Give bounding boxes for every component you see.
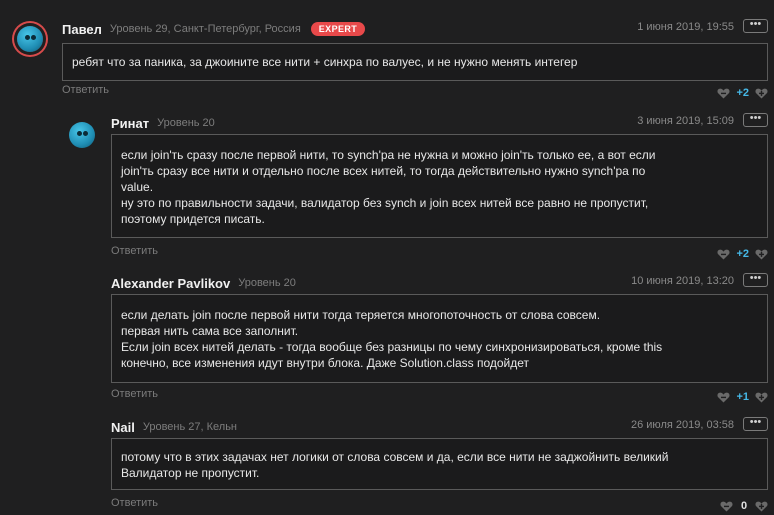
author-name[interactable]: Alexander Pavlikov bbox=[111, 276, 230, 291]
vote-count: +2 bbox=[736, 87, 749, 99]
author-meta: Уровень 27, Кельн bbox=[142, 421, 238, 433]
comment-date: 26 июля 2019, 03:58 bbox=[631, 419, 734, 431]
author-meta: Уровень 20 bbox=[238, 277, 296, 289]
dislike-heart-icon[interactable] bbox=[717, 392, 730, 403]
more-options-button[interactable]: ••• bbox=[743, 273, 768, 287]
comment-body: потому что в этих задачах нет логики от … bbox=[111, 438, 768, 490]
comment-header: Nail Уровень 27, Кельн bbox=[111, 418, 237, 436]
vote-count: 0 bbox=[740, 500, 748, 512]
comment-line: ребят что за паника, за джоините все нит… bbox=[72, 55, 578, 69]
vote-control: +2 bbox=[717, 248, 768, 260]
comment-header: Павел Уровень 29, Санкт-Петербург, Росси… bbox=[62, 20, 366, 38]
reply-link[interactable]: Ответить bbox=[111, 388, 158, 400]
comment-line: поэтому придется писать. bbox=[121, 212, 265, 226]
comment-line: конечно, все изменения идут внутри блока… bbox=[121, 356, 530, 370]
comment-line: join'ть сразу все нити и отдельно после … bbox=[121, 164, 646, 178]
vote-count: +1 bbox=[736, 391, 749, 403]
comment-body: если делать join после первой нити тогда… bbox=[111, 294, 768, 383]
reply-link[interactable]: Ответить bbox=[111, 497, 158, 509]
comment-date: 10 июня 2019, 13:20 bbox=[631, 275, 734, 287]
comment-body: если join'ть сразу после первой нити, то… bbox=[111, 134, 768, 238]
comment: Nail Уровень 27, Кельн 26 июля 2019, 03:… bbox=[111, 417, 768, 515]
comment: Ринат Уровень 20 3 июня 2019, 15:09 ••• … bbox=[111, 113, 768, 264]
comment-line: первая нить сама все заполнит. bbox=[121, 324, 299, 338]
dislike-heart-icon[interactable] bbox=[717, 249, 730, 260]
vote-control: 0 bbox=[720, 500, 768, 512]
author-name[interactable]: Ринат bbox=[111, 116, 149, 131]
comment-line: Валидатор не пропустит. bbox=[121, 466, 260, 480]
more-options-button[interactable]: ••• bbox=[743, 19, 768, 33]
comment-header: Ринат Уровень 20 bbox=[111, 114, 215, 132]
comment-line: ну это по правильности задачи, валидатор… bbox=[121, 196, 649, 210]
reply-link[interactable]: Ответить bbox=[62, 84, 109, 96]
like-heart-icon[interactable] bbox=[755, 88, 768, 99]
dislike-heart-icon[interactable] bbox=[717, 88, 730, 99]
comment-line: value. bbox=[121, 180, 154, 194]
author-name[interactable]: Nail bbox=[111, 420, 135, 435]
reply-link[interactable]: Ответить bbox=[111, 245, 158, 257]
comment-header: Alexander Pavlikov Уровень 20 bbox=[111, 274, 296, 292]
vote-control: +1 bbox=[717, 391, 768, 403]
more-options-button[interactable]: ••• bbox=[743, 113, 768, 127]
author-name[interactable]: Павел bbox=[62, 22, 102, 37]
comment-date: 1 июня 2019, 19:55 bbox=[637, 21, 734, 33]
comment: Alexander Pavlikov Уровень 20 10 июня 20… bbox=[111, 273, 768, 408]
dislike-heart-icon[interactable] bbox=[720, 501, 733, 512]
comment-line: если join'ть сразу после первой нити, то… bbox=[121, 148, 656, 162]
like-heart-icon[interactable] bbox=[755, 249, 768, 260]
like-heart-icon[interactable] bbox=[755, 501, 768, 512]
avatar[interactable] bbox=[69, 122, 95, 148]
vote-control: +2 bbox=[717, 87, 768, 99]
vote-count: +2 bbox=[736, 248, 749, 260]
comment: Павел Уровень 29, Санкт-Петербург, Росси… bbox=[62, 19, 768, 100]
author-meta: Уровень 20 bbox=[157, 117, 215, 129]
more-options-button[interactable]: ••• bbox=[743, 417, 768, 431]
author-meta: Уровень 29, Санкт-Петербург, Россия bbox=[109, 23, 301, 35]
avatar[interactable] bbox=[17, 26, 43, 52]
comment-line: потому что в этих задачах нет логики от … bbox=[121, 450, 669, 464]
comment-body: ребят что за паника, за джоините все нит… bbox=[62, 43, 768, 81]
expert-badge: EXPERT bbox=[310, 22, 366, 36]
comment-line: Если join всех нитей делать - тогда вооб… bbox=[121, 340, 663, 354]
like-heart-icon[interactable] bbox=[755, 392, 768, 403]
comment-date: 3 июня 2019, 15:09 bbox=[637, 115, 734, 127]
comment-line: если делать join после первой нити тогда… bbox=[121, 308, 601, 322]
